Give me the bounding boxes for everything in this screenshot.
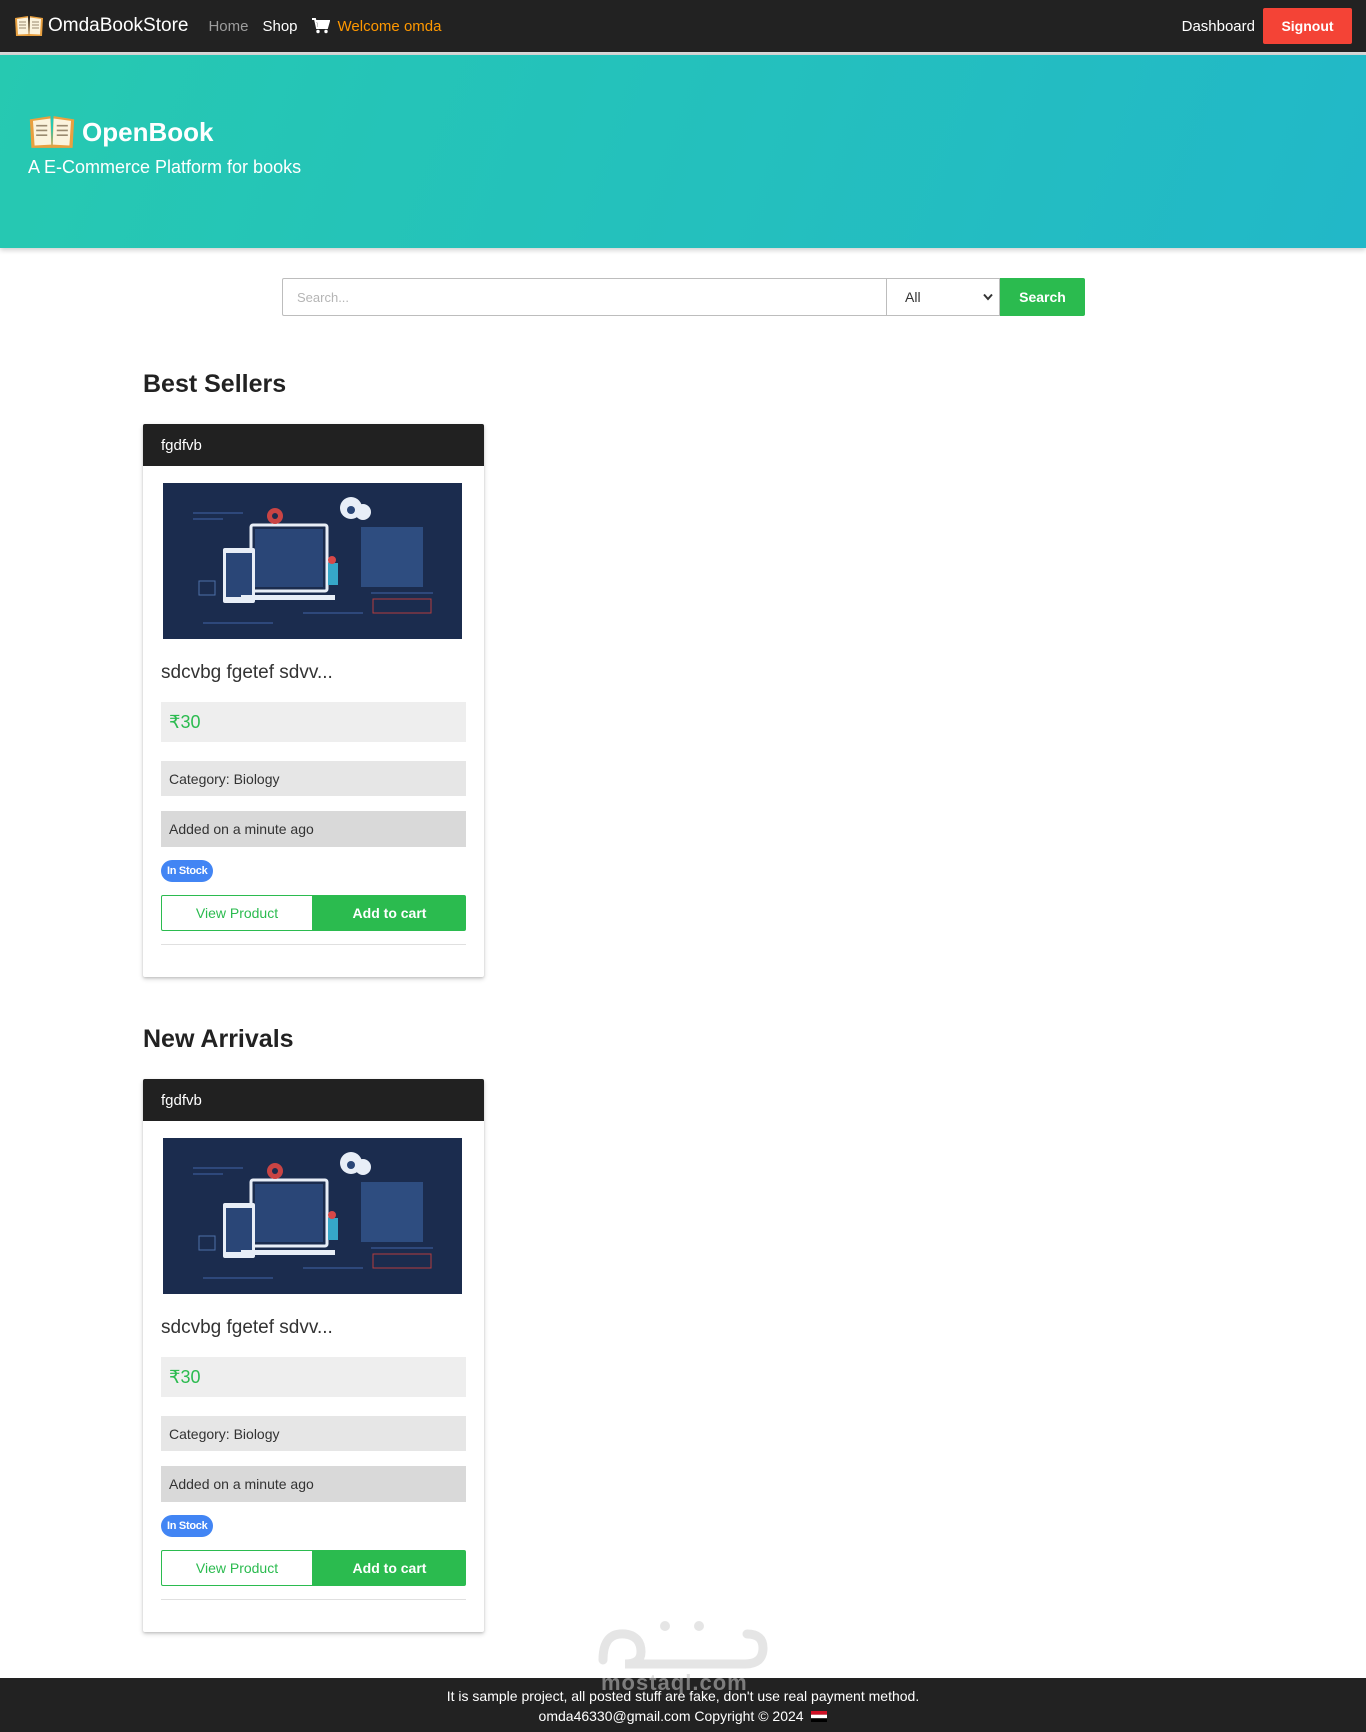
best-sellers-title: Best Sellers	[143, 370, 287, 398]
stock-badge: In Stock	[161, 860, 214, 882]
footer-copyright: omda46330@gmail.com Copyright © 2024	[538, 1708, 804, 1724]
stock-badge: In Stock	[161, 1515, 214, 1537]
card-divider	[161, 1599, 466, 1600]
search-input[interactable]	[282, 278, 887, 316]
product-title: sdcvbg fgetef sdvv...	[161, 662, 333, 683]
product-price: ₹30	[161, 702, 466, 742]
nav-right: Dashboard Signout	[1182, 8, 1352, 44]
card-body: sdcvbg fgetef sdvv... ₹30 Category: Biol…	[143, 1121, 484, 1632]
cart-icon[interactable]	[311, 18, 330, 34]
new-arrivals-title: New Arrivals	[143, 1025, 294, 1053]
search-bar: All Search	[282, 278, 1085, 316]
product-category: Category: Biology	[161, 1416, 466, 1451]
brand-link[interactable]: OmdaBookStore	[14, 14, 188, 38]
add-to-cart-button[interactable]: Add to cart	[313, 895, 466, 931]
card-actions: View Product Add to cart	[161, 895, 466, 931]
product-price: ₹30	[161, 1357, 466, 1397]
search-button[interactable]: Search	[1000, 278, 1085, 316]
open-book-icon	[29, 116, 75, 148]
card-actions: View Product Add to cart	[161, 1550, 466, 1586]
signout-button[interactable]: Signout	[1263, 8, 1352, 44]
product-card: fgdfvb sdcvbg fgetef sdvv... ₹30 Categor…	[143, 424, 484, 977]
egypt-flag-icon	[811, 1711, 828, 1722]
product-category: Category: Biology	[161, 761, 466, 796]
view-product-button[interactable]: View Product	[161, 1550, 313, 1586]
navbar: OmdaBookStore Home Shop Welcome omda Das…	[0, 0, 1366, 55]
brand-name: OmdaBookStore	[48, 15, 189, 36]
card-header: fgdfvb	[143, 1079, 484, 1121]
product-title: sdcvbg fgetef sdvv...	[161, 1317, 333, 1338]
view-product-button[interactable]: View Product	[161, 895, 313, 931]
hero-title: OpenBook	[28, 113, 1366, 151]
card-body: sdcvbg fgetef sdvv... ₹30 Category: Biol…	[143, 466, 484, 977]
card-divider	[161, 944, 466, 945]
category-select[interactable]: All	[887, 278, 1000, 316]
hero-subtitle: A E-Commerce Platform for books	[28, 157, 302, 177]
product-image[interactable]	[163, 483, 462, 639]
product-added-date: Added on a minute ago	[161, 1466, 466, 1502]
hero-title-text: OpenBook	[82, 116, 214, 147]
open-book-icon	[15, 16, 43, 36]
footer-disclaimer: It is sample project, all posted stuff a…	[446, 1688, 920, 1704]
watermark-logo	[598, 1621, 768, 1669]
nav-shop-link[interactable]: Shop	[262, 18, 297, 35]
nav-home-link[interactable]: Home	[208, 18, 248, 35]
footer: It is sample project, all posted stuff a…	[0, 1678, 1366, 1732]
category-select-value: All	[905, 289, 921, 305]
chevron-down-icon	[983, 293, 993, 301]
nav-links: Home Shop Welcome omda	[208, 18, 441, 35]
product-card: fgdfvb sdcvbg fgetef sdvv... ₹30 Categor…	[143, 1079, 484, 1632]
footer-copyright-line: omda46330@gmail.com Copyright © 2024	[0, 1706, 1366, 1726]
add-to-cart-button[interactable]: Add to cart	[313, 1550, 466, 1586]
dashboard-link[interactable]: Dashboard	[1182, 18, 1255, 35]
product-image[interactable]	[163, 1138, 462, 1294]
product-added-date: Added on a minute ago	[161, 811, 466, 847]
card-header: fgdfvb	[143, 424, 484, 466]
welcome-text: Welcome omda	[337, 17, 442, 35]
hero-banner: OpenBook A E-Commerce Platform for books	[0, 55, 1366, 248]
